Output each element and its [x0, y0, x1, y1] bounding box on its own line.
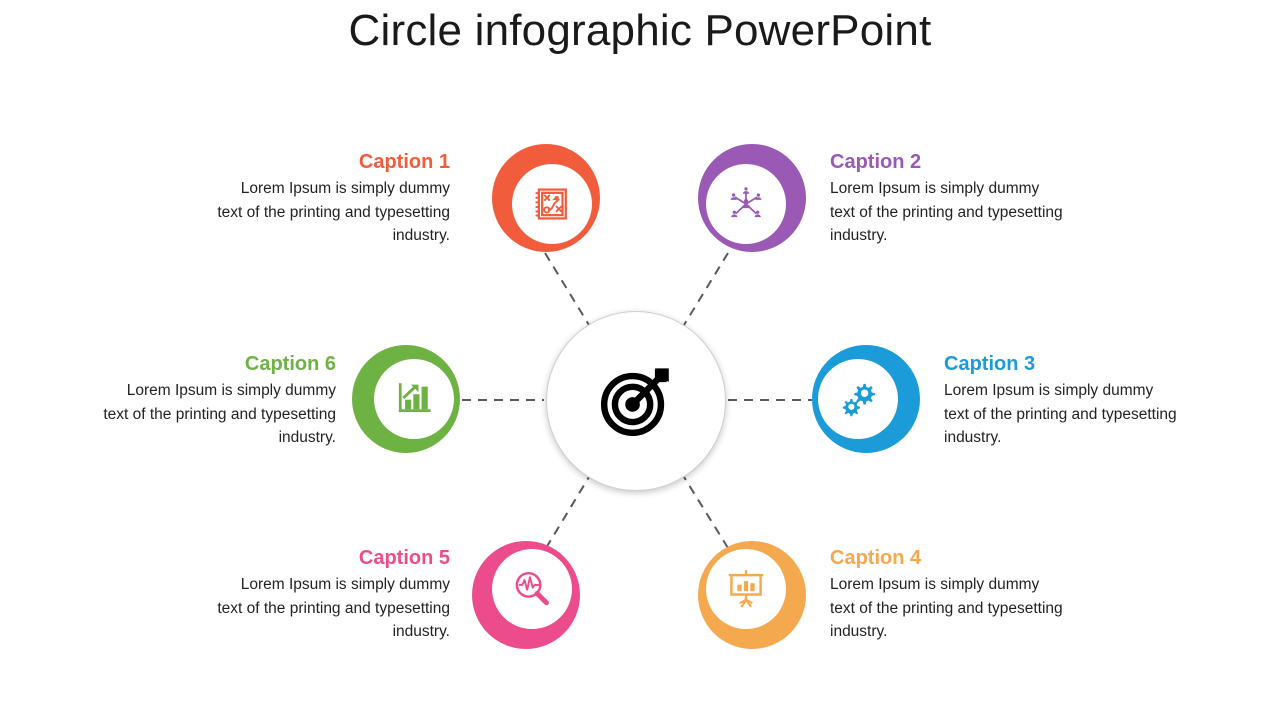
- growth-bar-chart-icon: [392, 377, 436, 421]
- node-icon-wrap-3: [818, 359, 898, 439]
- caption-block-2: Caption 2 Lorem Ipsum is simply dummy te…: [830, 150, 1064, 248]
- caption-body-5: Lorem Ipsum is simply dummy text of the …: [217, 576, 450, 641]
- gears-icon: [836, 377, 880, 421]
- node-item-4[interactable]: [698, 541, 806, 649]
- connector-to-item-5: [545, 476, 590, 549]
- node-item-2[interactable]: [698, 144, 806, 252]
- caption-body-2: Lorem Ipsum is simply dummy text of the …: [830, 180, 1063, 245]
- magnifier-pulse-icon: [510, 567, 554, 611]
- node-item-6[interactable]: [352, 345, 460, 453]
- caption-body-4: Lorem Ipsum is simply dummy text of the …: [830, 576, 1063, 641]
- node-item-5[interactable]: [472, 541, 580, 649]
- node-item-1[interactable]: [492, 144, 600, 252]
- node-item-3[interactable]: [812, 345, 920, 453]
- caption-title-3: Caption 3: [944, 353, 1036, 375]
- node-icon-wrap-5: [492, 549, 572, 629]
- caption-title-6: Caption 6: [244, 353, 336, 375]
- caption-block-6: Caption 6 Lorem Ipsum is simply dummy te…: [102, 352, 336, 450]
- infographic-slide: Circle infographic PowerPoint Caption 1 …: [0, 0, 1280, 720]
- connector-to-item-4: [683, 476, 729, 549]
- caption-title-2: Caption 2: [830, 151, 922, 173]
- target-arrow-icon: [593, 358, 679, 444]
- node-icon-wrap-4: [706, 549, 786, 629]
- caption-block-4: Caption 4 Lorem Ipsum is simply dummy te…: [830, 546, 1064, 644]
- presentation-chart-icon: [723, 566, 769, 612]
- caption-block-5: Caption 5 Lorem Ipsum is simply dummy te…: [216, 546, 450, 644]
- caption-title-5: Caption 5: [358, 547, 450, 569]
- page-title: Circle infographic PowerPoint: [348, 6, 932, 55]
- caption-block-3: Caption 3 Lorem Ipsum is simply dummy te…: [944, 352, 1178, 450]
- network-people-icon: [724, 182, 768, 226]
- center-hub[interactable]: [546, 311, 726, 491]
- caption-title-1: Caption 1: [358, 151, 450, 173]
- node-icon-wrap-1: [512, 164, 592, 244]
- caption-body-6: Lorem Ipsum is simply dummy text of the …: [103, 382, 336, 447]
- node-icon-wrap-6: [374, 359, 454, 439]
- caption-block-1: Caption 1 Lorem Ipsum is simply dummy te…: [216, 150, 450, 248]
- caption-body-3: Lorem Ipsum is simply dummy text of the …: [944, 382, 1177, 447]
- connector-to-item-1: [544, 252, 590, 326]
- connector-to-item-2: [683, 252, 729, 326]
- caption-title-4: Caption 4: [830, 547, 922, 569]
- caption-body-1: Lorem Ipsum is simply dummy text of the …: [217, 180, 450, 245]
- node-icon-wrap-2: [706, 164, 786, 244]
- strategy-playbook-icon: [531, 183, 573, 225]
